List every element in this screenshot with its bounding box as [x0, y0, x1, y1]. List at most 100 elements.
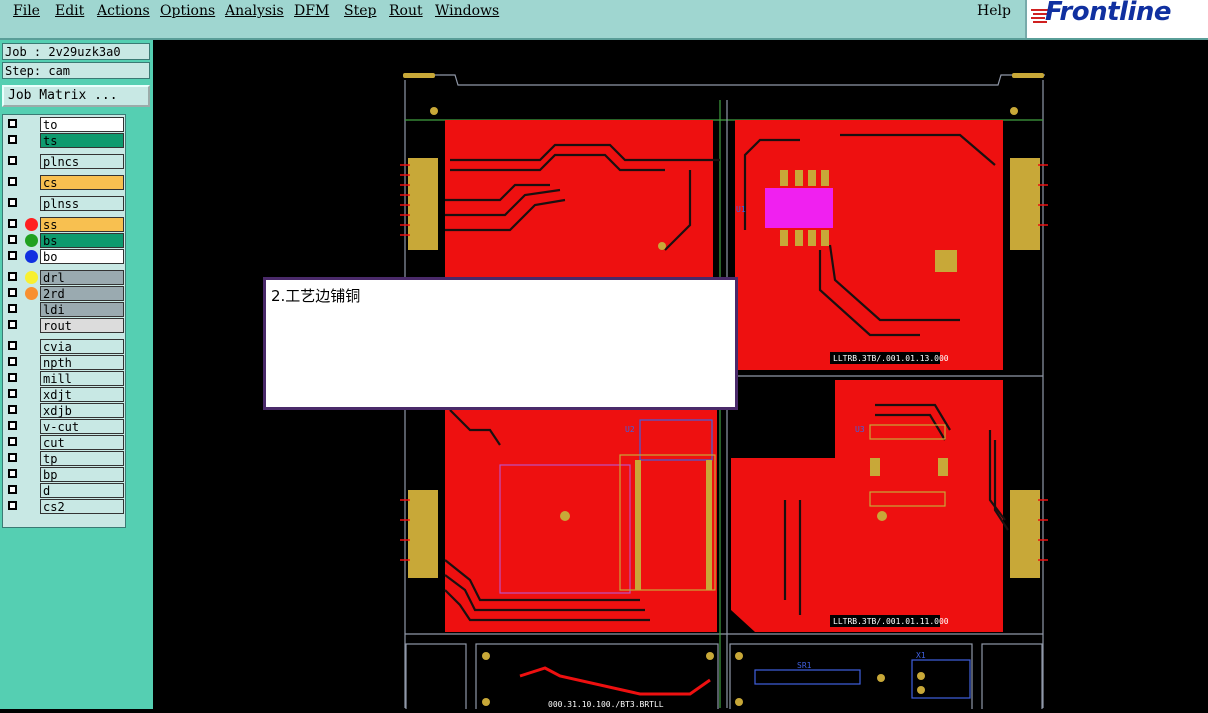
layer-name[interactable]: plnss — [40, 196, 124, 211]
layer-row-cvia[interactable]: cvia — [5, 339, 124, 354]
board-label-c: 000.31.10.100./BT3.BRTLL — [548, 700, 664, 709]
layer-checkbox[interactable] — [8, 357, 17, 366]
menu-rout[interactable]: Rout — [389, 3, 423, 19]
layer-name[interactable]: bs — [40, 233, 124, 248]
part-u3-label: U3 — [855, 425, 865, 434]
menu-options[interactable]: Options — [160, 3, 215, 19]
message-popup: 2.工艺边铺铜 — [263, 277, 738, 410]
layer-checkbox[interactable] — [8, 235, 17, 244]
layer-checkbox[interactable] — [8, 304, 17, 313]
layer-checkbox[interactable] — [8, 119, 17, 128]
bottom-panels — [405, 643, 1043, 713]
job-matrix-button[interactable]: Job Matrix ... — [2, 85, 150, 107]
frontline-logo: Frontline — [1025, 0, 1208, 38]
step-name: Step: cam — [2, 62, 150, 79]
layer-checkbox[interactable] — [8, 198, 17, 207]
layer-checkbox[interactable] — [8, 421, 17, 430]
layer-color-icon — [25, 271, 38, 284]
layer-checkbox[interactable] — [8, 341, 17, 350]
layer-row-ldi[interactable]: ldi — [5, 302, 124, 317]
layer-checkbox[interactable] — [8, 437, 17, 446]
menu-actions[interactable]: Actions — [97, 3, 150, 19]
layer-row-to[interactable]: to — [5, 117, 124, 132]
layer-row-bs[interactable]: bs — [5, 233, 124, 248]
layer-name[interactable]: ts — [40, 133, 124, 148]
part-sr1-label: SR1 — [797, 661, 812, 670]
layer-color-icon — [25, 287, 38, 300]
layer-checkbox[interactable] — [8, 251, 17, 260]
layer-name[interactable]: npth — [40, 355, 124, 370]
layer-checkbox[interactable] — [8, 469, 17, 478]
layer-checkbox[interactable] — [8, 320, 17, 329]
layer-row-npth[interactable]: npth — [5, 355, 124, 370]
layer-checkbox[interactable] — [8, 219, 17, 228]
left-panel: Job : 2v29uzk3a0 Step: cam Job Matrix ..… — [0, 40, 153, 709]
layer-checkbox[interactable] — [8, 156, 17, 165]
layer-checkbox[interactable] — [8, 389, 17, 398]
layer-row-xdjb[interactable]: xdjb — [5, 403, 124, 418]
layer-name[interactable]: v-cut — [40, 419, 124, 434]
layer-name[interactable]: 2rd — [40, 286, 124, 301]
menu-file[interactable]: File — [13, 3, 40, 19]
menu-analysis[interactable]: Analysis — [225, 3, 284, 19]
layer-name[interactable]: cs — [40, 175, 124, 190]
menu-windows[interactable]: Windows — [435, 3, 499, 19]
layer-row-cs[interactable]: cs — [5, 175, 124, 190]
job-name: Job : 2v29uzk3a0 — [2, 43, 150, 60]
part-u1-label: U1 — [736, 205, 746, 214]
layer-name[interactable]: mill — [40, 371, 124, 386]
part-x1-label: X1 — [916, 651, 926, 660]
layer-color-icon — [25, 234, 38, 247]
layer-name[interactable]: bp — [40, 467, 124, 482]
layer-row-cs2[interactable]: cs2 — [5, 499, 124, 514]
layer-name[interactable]: ldi — [40, 302, 124, 317]
layer-name[interactable]: cvia — [40, 339, 124, 354]
layer-name[interactable]: cut — [40, 435, 124, 450]
layer-row-xdjt[interactable]: xdjt — [5, 387, 124, 402]
layer-row-plnss[interactable]: plnss — [5, 196, 124, 211]
layer-checkbox[interactable] — [8, 288, 17, 297]
layer-name[interactable]: tp — [40, 451, 124, 466]
layer-row-v-cut[interactable]: v-cut — [5, 419, 124, 434]
layer-row-ss[interactable]: ss — [5, 217, 124, 232]
layer-checkbox[interactable] — [8, 501, 17, 510]
layer-name[interactable]: drl — [40, 270, 124, 285]
layer-row-2rd[interactable]: 2rd — [5, 286, 124, 301]
layer-row-drl[interactable]: drl — [5, 270, 124, 285]
layer-row-tp[interactable]: tp — [5, 451, 124, 466]
menu-step[interactable]: Step — [344, 3, 376, 19]
bottom-trace — [519, 666, 711, 696]
layer-name[interactable]: xdjb — [40, 403, 124, 418]
layer-name[interactable]: rout — [40, 318, 124, 333]
layer-name[interactable]: plncs — [40, 154, 124, 169]
layer-checkbox[interactable] — [8, 272, 17, 281]
layer-row-bp[interactable]: bp — [5, 467, 124, 482]
layer-row-rout[interactable]: rout — [5, 318, 124, 333]
layer-checkbox[interactable] — [8, 177, 17, 186]
layer-name[interactable]: ss — [40, 217, 124, 232]
layer-color-icon — [25, 250, 38, 263]
menu-help[interactable]: Help — [977, 3, 1011, 19]
layer-checkbox[interactable] — [8, 373, 17, 382]
layer-name[interactable]: bo — [40, 249, 124, 264]
layer-name[interactable]: cs2 — [40, 499, 124, 514]
layer-checkbox[interactable] — [8, 453, 17, 462]
layer-row-d[interactable]: d — [5, 483, 124, 498]
layer-row-bo[interactable]: bo — [5, 249, 124, 264]
layer-checkbox[interactable] — [8, 485, 17, 494]
layer-name[interactable]: xdjt — [40, 387, 124, 402]
logo-text: Frontline — [1045, 0, 1172, 27]
popup-message: 2.工艺边铺铜 — [271, 287, 361, 305]
layer-checkbox[interactable] — [8, 405, 17, 414]
layer-color-icon — [25, 218, 38, 231]
layer-name[interactable]: to — [40, 117, 124, 132]
layer-row-ts[interactable]: ts — [5, 133, 124, 148]
layer-row-cut[interactable]: cut — [5, 435, 124, 450]
part-u2-label: U2 — [625, 425, 635, 434]
layer-row-plncs[interactable]: plncs — [5, 154, 124, 169]
layer-checkbox[interactable] — [8, 135, 17, 144]
layer-name[interactable]: d — [40, 483, 124, 498]
layer-row-mill[interactable]: mill — [5, 371, 124, 386]
menu-edit[interactable]: Edit — [55, 3, 84, 19]
menu-dfm[interactable]: DFM — [294, 3, 329, 19]
